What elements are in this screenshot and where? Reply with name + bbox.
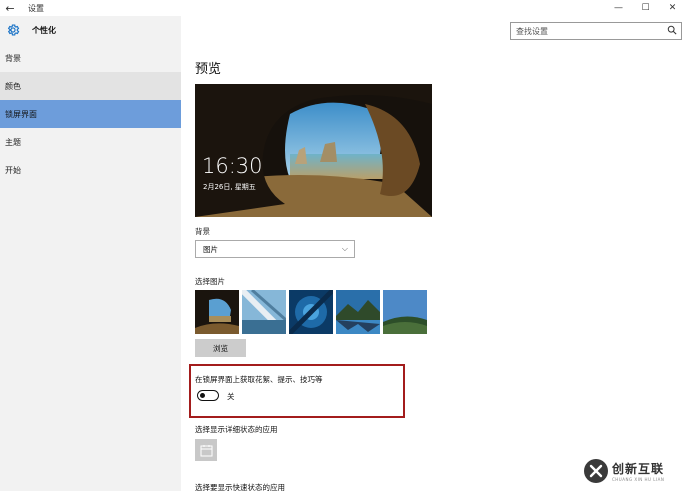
brand-logo-icon	[584, 459, 608, 483]
title-bar: ← 设置 — ☐ ✕	[0, 0, 686, 16]
maximize-button[interactable]: ☐	[632, 0, 659, 16]
picture-thumbnail[interactable]	[336, 290, 380, 334]
lock-screen-preview: 16:30 2月26日, 星期五	[195, 84, 432, 217]
minimize-button[interactable]: —	[605, 0, 632, 16]
tips-toggle[interactable]	[197, 390, 219, 401]
close-button[interactable]: ✕	[659, 0, 686, 16]
brand-name: 创新互联	[612, 462, 665, 476]
background-dropdown[interactable]: 图片 ⌵	[195, 240, 355, 258]
page-title: 预览	[195, 62, 222, 77]
chevron-down-icon: ⌵	[341, 244, 348, 253]
sidebar-item-themes[interactable]: 主题	[0, 128, 181, 156]
gear-icon	[6, 23, 20, 37]
tips-toggle-state: 关	[227, 392, 235, 401]
back-arrow-icon[interactable]: ←	[0, 2, 20, 15]
picture-thumbnail[interactable]	[289, 290, 333, 334]
detail-status-app-label: 选择显示详细状态的应用	[195, 425, 278, 434]
calendar-icon	[200, 444, 212, 456]
sidebar-item-background[interactable]: 背景	[0, 44, 181, 72]
sidebar-item-lock-screen[interactable]: 锁屏界面	[0, 100, 181, 128]
quick-status-app-label: 选择要显示快速状态的应用	[195, 483, 285, 491]
background-dropdown-value: 图片	[203, 244, 218, 254]
window-title: 设置	[28, 3, 44, 13]
choose-picture-label: 选择图片	[195, 277, 225, 286]
sidebar: 个性化 背景 颜色 锁屏界面 主题 开始	[0, 16, 181, 491]
picture-thumbnail[interactable]	[195, 290, 239, 334]
preview-image	[195, 84, 432, 217]
toggle-knob	[200, 392, 205, 398]
watermark: 创新互联 CHUANG XIN HU LIAN	[583, 451, 686, 491]
sidebar-item-start[interactable]: 开始	[0, 156, 181, 184]
sidebar-item-colors[interactable]: 颜色	[0, 72, 181, 100]
picture-thumbnail[interactable]	[383, 290, 427, 334]
tips-label: 在锁屏界面上获取花絮、提示、技巧等	[195, 375, 323, 384]
tips-highlight-box	[189, 364, 405, 418]
search-placeholder: 查找设置	[516, 26, 548, 36]
picture-thumbnails	[195, 290, 427, 334]
browse-button[interactable]: 浏览	[195, 339, 246, 357]
preview-time: 16:30	[202, 154, 263, 178]
main-panel: 预览 16:30 2月26日, 星期五 背景 图片 ⌵ 选择图片 浏览 在锁屏界…	[181, 44, 686, 491]
preview-date: 2月26日, 星期五	[203, 183, 256, 191]
search-input[interactable]: 查找设置	[510, 22, 682, 40]
brand-sub: CHUANG XIN HU LIAN	[612, 477, 665, 482]
window-controls: — ☐ ✕	[605, 0, 686, 16]
search-icon[interactable]	[667, 25, 677, 38]
background-label: 背景	[195, 227, 210, 236]
brand-text: 创新互联 CHUANG XIN HU LIAN	[612, 460, 664, 482]
picture-thumbnail[interactable]	[242, 290, 286, 334]
sidebar-header-label: 个性化	[32, 25, 56, 35]
sidebar-header: 个性化	[0, 16, 181, 44]
detail-status-app-button[interactable]	[195, 439, 217, 461]
